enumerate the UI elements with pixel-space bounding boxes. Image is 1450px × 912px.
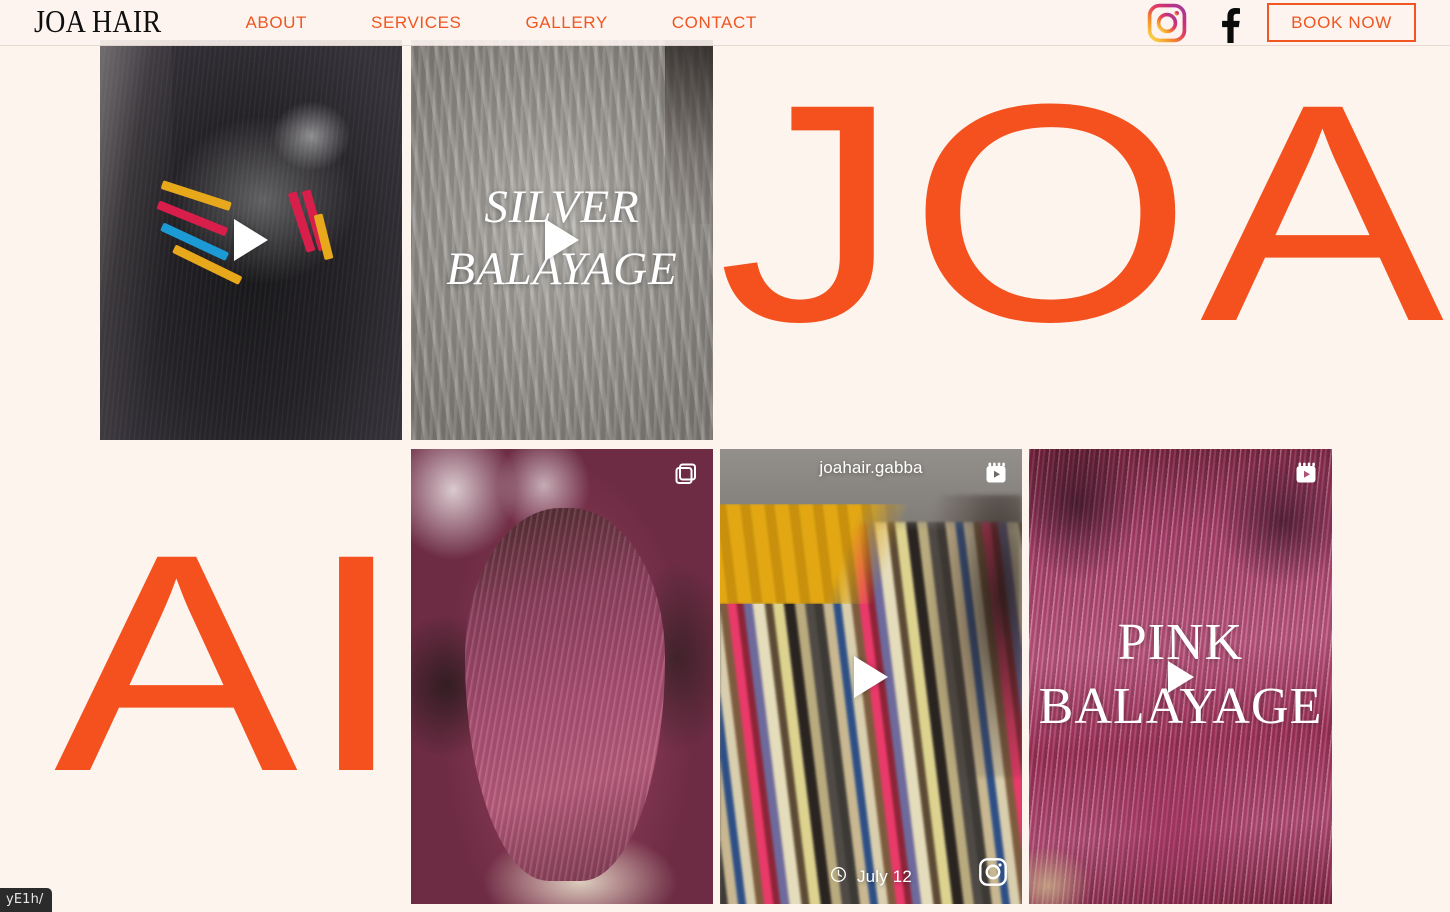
photo-pink-balayage — [1029, 449, 1332, 904]
feed-tile-hair-extensions[interactable]: joahair.gabba July 12 — [720, 449, 1022, 904]
photo-dark-hair-clips — [100, 40, 402, 440]
instagram-icon[interactable] — [1145, 1, 1189, 45]
photo-hair-extensions — [720, 449, 1022, 904]
nav-item-gallery[interactable]: GALLERY — [493, 13, 639, 33]
browser-status-tooltip: yE1h/ — [0, 888, 53, 912]
page-root: JOA H AIR SILVER BALAYAGE — [0, 0, 1450, 912]
instagram-feed-grid: SILVER BALAYAGE joahair.gabba July 12 PI… — [0, 0, 1450, 912]
feed-tile-pink-balayage[interactable]: PINK BALAYAGE — [1029, 449, 1332, 904]
photo-pink-hair-salon — [411, 449, 713, 904]
site-header: JOA HAIR ABOUT SERVICES GALLERY CONTACT — [0, 0, 1450, 46]
book-now-button[interactable]: BOOK NOW — [1267, 3, 1416, 42]
feed-tile-dark-hair-clips[interactable] — [100, 40, 402, 440]
nav-item-contact[interactable]: CONTACT — [640, 13, 789, 33]
main-navigation: ABOUT SERVICES GALLERY CONTACT — [213, 13, 788, 33]
site-logo[interactable]: JOA HAIR — [34, 5, 161, 41]
feed-tile-silver-balayage[interactable]: SILVER BALAYAGE — [411, 40, 713, 440]
feed-tile-pink-hair-salon[interactable] — [411, 449, 713, 904]
photo-right-shade — [919, 494, 1022, 777]
nav-item-about[interactable]: ABOUT — [213, 13, 339, 33]
photo-silver-balayage — [411, 40, 713, 440]
photo-top-shade — [720, 449, 1022, 531]
header-right: BOOK NOW — [1145, 1, 1450, 45]
nav-item-services[interactable]: SERVICES — [339, 13, 493, 33]
instagram-icon[interactable] — [978, 857, 1008, 892]
facebook-icon[interactable] — [1211, 3, 1245, 43]
header-left: JOA HAIR — [0, 5, 161, 41]
